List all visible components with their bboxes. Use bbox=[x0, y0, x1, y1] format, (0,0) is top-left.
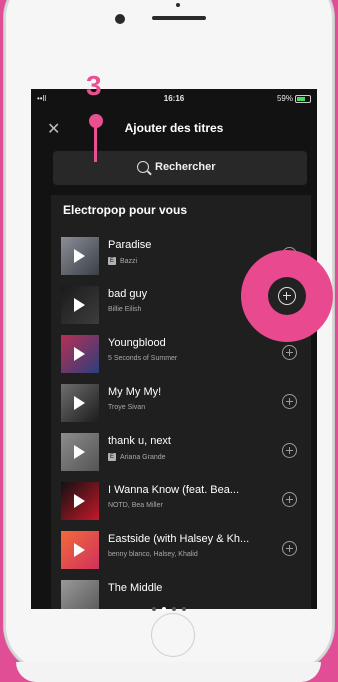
page-title: Ajouter des titres bbox=[124, 121, 224, 135]
track-artist: E Ariana Grande bbox=[108, 453, 166, 461]
status-bar: ••ll 16:16 59% bbox=[31, 89, 317, 109]
add-track-icon[interactable] bbox=[282, 541, 297, 556]
modal-header: ✕ Ajouter des titres bbox=[31, 111, 317, 145]
album-art bbox=[61, 384, 99, 422]
page-dot bbox=[152, 607, 156, 611]
album-art bbox=[61, 433, 99, 471]
track-artist: 5 Seconds of Summer bbox=[108, 355, 178, 362]
track-row[interactable]: thank u, next E Ariana Grande bbox=[51, 431, 311, 480]
play-icon bbox=[74, 396, 85, 410]
track-artist: NOTD, Bea Miller bbox=[108, 502, 163, 509]
track-row[interactable]: I Wanna Know (feat. Bea... NOTD, Bea Mil… bbox=[51, 480, 311, 529]
track-row[interactable]: Youngblood 5 Seconds of Summer bbox=[51, 333, 311, 382]
track-artist-name: Bazzi bbox=[120, 257, 138, 265]
play-icon bbox=[74, 298, 85, 312]
play-icon bbox=[74, 347, 85, 361]
track-artist: E Bazzi bbox=[108, 257, 137, 265]
track-row[interactable]: My My My! Troye Sivan bbox=[51, 382, 311, 431]
search-label: Rechercher bbox=[155, 161, 216, 173]
track-artist: Troye Sivan bbox=[108, 404, 146, 411]
track-title: Youngblood bbox=[108, 337, 166, 349]
album-art bbox=[61, 335, 99, 373]
album-art bbox=[61, 482, 99, 520]
play-icon bbox=[74, 494, 85, 508]
front-camera bbox=[115, 14, 125, 24]
add-track-icon[interactable] bbox=[282, 345, 297, 360]
search-button[interactable]: Rechercher bbox=[53, 151, 307, 185]
track-title: thank u, next bbox=[108, 435, 171, 447]
track-artist: Billie Eilish bbox=[108, 306, 142, 313]
track-title: The Middle bbox=[108, 582, 163, 594]
track-title: bad guy bbox=[108, 288, 148, 300]
home-button[interactable] bbox=[151, 613, 195, 657]
play-icon bbox=[74, 249, 85, 263]
add-track-icon[interactable] bbox=[282, 443, 297, 458]
phone-bottom bbox=[16, 662, 321, 682]
add-track-icon[interactable] bbox=[282, 492, 297, 507]
album-art bbox=[61, 237, 99, 275]
page-dot bbox=[182, 607, 186, 611]
track-artist-name: Ariana Grande bbox=[120, 453, 166, 461]
section-title: Electropop pour vous bbox=[63, 203, 188, 217]
annotation-dot bbox=[89, 114, 103, 128]
sensor-dot bbox=[176, 3, 180, 7]
track-title: I Wanna Know (feat. Bea... bbox=[108, 484, 240, 496]
add-track-icon[interactable] bbox=[282, 394, 297, 409]
track-title: Paradise bbox=[108, 239, 152, 251]
page-dot bbox=[172, 607, 176, 611]
album-art bbox=[61, 286, 99, 324]
step-number: 3 bbox=[86, 70, 102, 101]
play-icon bbox=[74, 445, 85, 459]
annotation-line bbox=[94, 126, 97, 162]
play-icon bbox=[74, 543, 85, 557]
track-row[interactable]: Eastside (with Halsey & Kh... benny blan… bbox=[51, 529, 311, 578]
earpiece-speaker bbox=[152, 16, 206, 20]
add-track-icon-highlighted[interactable] bbox=[278, 287, 296, 305]
status-time: 16:16 bbox=[163, 94, 185, 103]
track-artist: benny blanco, Halsey, Khalid bbox=[108, 551, 198, 558]
explicit-badge: E bbox=[108, 257, 116, 265]
app-screen: ••ll 16:16 59% ✕ Ajouter des titres Rech… bbox=[31, 89, 317, 609]
track-title: My My My! bbox=[108, 386, 162, 398]
explicit-badge: E bbox=[108, 453, 116, 461]
page-dot-active bbox=[162, 607, 166, 611]
track-title: Eastside (with Halsey & Kh... bbox=[108, 533, 250, 545]
battery-percentage: 59% bbox=[276, 94, 293, 103]
battery-icon bbox=[295, 95, 311, 103]
search-icon bbox=[137, 161, 149, 173]
album-art bbox=[61, 531, 99, 569]
